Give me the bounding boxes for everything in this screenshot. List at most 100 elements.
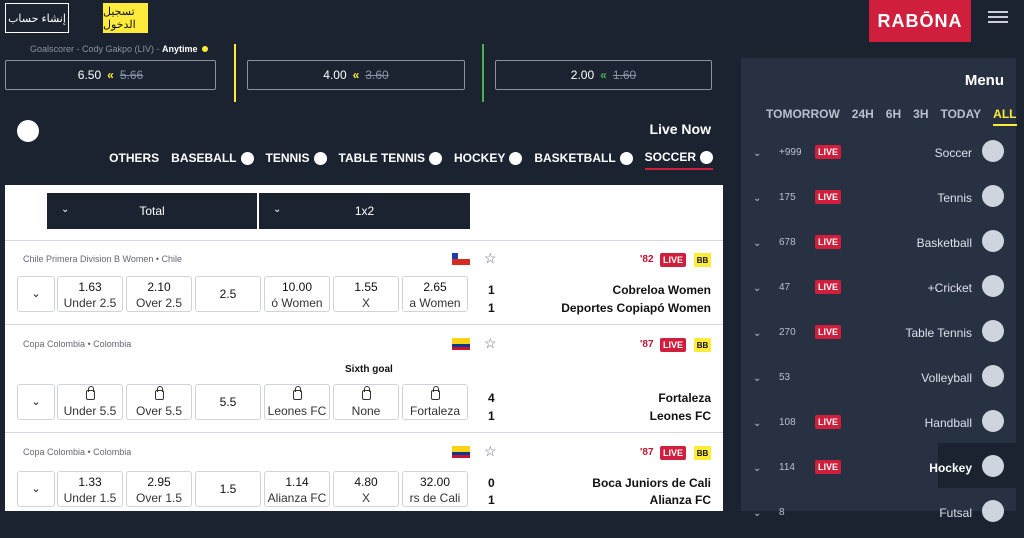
live-now-title: Live Now — [649, 121, 711, 137]
live-now-panel: Live Now OTHERS BASEBALL TENNIS TABLE TE… — [5, 113, 723, 185]
away-score: 1 — [488, 409, 495, 423]
futsal-icon — [982, 500, 1004, 522]
league-name: Copa Colombia • Colombia — [23, 339, 132, 349]
sidebar-item-handball[interactable]: ⌄ 108 LIVE Handball — [741, 403, 1016, 448]
odd-home[interactable]: 2.65 a Women — [402, 276, 468, 312]
odd-home[interactable]: 32.00 rs de Cali — [402, 471, 468, 507]
expand-chevron-icon[interactable]: ⌄ — [17, 471, 55, 507]
lock-icon — [361, 386, 371, 400]
total-line: 1.5 — [195, 471, 261, 507]
chevron-down-icon: ⌄ — [753, 148, 762, 159]
lock-icon — [85, 386, 95, 400]
colombia-flag-icon — [452, 446, 470, 458]
odd-away[interactable]: 10.00 ó Women — [264, 276, 330, 312]
league-name: Chile Primera Division B Women • Chile — [23, 254, 183, 264]
expand-chevron-icon[interactable]: ⌄ — [17, 384, 55, 420]
sidebar-item-cricket[interactable]: ⌄ 47 LIVE +Cricket — [741, 268, 1016, 313]
tab-hockey[interactable]: HOCKEY — [454, 151, 523, 169]
favorite-star-icon[interactable]: ☆ — [484, 250, 497, 267]
boost-arrows-icon: « — [107, 68, 114, 82]
table-tennis-icon — [428, 151, 442, 165]
live-badge: LIVE — [660, 338, 686, 352]
hockey-icon — [982, 455, 1004, 477]
live-badge: LIVE — [660, 446, 686, 460]
sidebar-item-soccer[interactable]: ⌄ +999 LIVE Soccer — [741, 133, 1016, 178]
tennis-ball-icon — [982, 185, 1004, 207]
market-selector-total[interactable]: ⌄ Total — [47, 193, 257, 229]
odd-away-locked: Leones FC — [264, 384, 330, 420]
sidebar-item-hockey[interactable]: ⌄ 114 LIVE Hockey — [741, 448, 1016, 493]
filter-tomorrow[interactable]: TOMORROW — [766, 107, 840, 126]
filter-24h[interactable]: 24H — [852, 107, 874, 126]
login-button[interactable]: تسجيل الدخول — [103, 3, 148, 33]
sport-tabs: OTHERS BASEBALL TENNIS TABLE TENNIS HOCK… — [109, 150, 713, 170]
promo-odd-2[interactable]: 4.00 «3.60 — [247, 60, 465, 90]
match-minute: '82 — [640, 254, 654, 265]
soccer-ball-icon — [700, 150, 713, 164]
odd-away[interactable]: 1.14 Alianza FC — [264, 471, 330, 507]
live-badge: LIVE — [660, 253, 686, 267]
bb-badge: BB — [694, 446, 711, 460]
tab-basketball[interactable]: BASKETBALL — [534, 151, 633, 169]
expand-chevron-icon[interactable]: ⌄ — [17, 276, 55, 312]
chile-flag-icon — [452, 253, 470, 265]
boost-arrows-icon: « — [600, 68, 607, 82]
away-score: 1 — [488, 301, 495, 315]
sidebar-item-futsal[interactable]: ⌄ 8 Futsal — [741, 493, 1016, 538]
soccer-ball-icon — [982, 140, 1004, 162]
odd-under[interactable]: 1.63 Under 2.5 — [57, 276, 123, 312]
tab-others[interactable]: OTHERS — [109, 151, 159, 169]
filter-6h[interactable]: 6H — [886, 107, 901, 126]
soccer-ball-icon — [17, 120, 39, 142]
sidebar-item-table-tennis[interactable]: ⌄ 270 LIVE Table Tennis — [741, 313, 1016, 358]
tab-tennis[interactable]: TENNIS — [266, 151, 327, 169]
lock-icon — [154, 386, 164, 400]
tab-soccer[interactable]: SOCCER — [644, 150, 713, 170]
match-minute: '87 — [640, 447, 654, 458]
odd-draw[interactable]: 4.80 X — [333, 471, 399, 507]
promo-odd-1[interactable]: 6.50 «5.66 — [5, 60, 216, 90]
odd-under[interactable]: 1.33 Under 1.5 — [57, 471, 123, 507]
odd-over[interactable]: 2.95 Over 1.5 — [126, 471, 192, 507]
sidebar-item-basketball[interactable]: ⌄ 678 LIVE Basketball — [741, 223, 1016, 268]
bb-badge: BB — [694, 253, 711, 267]
register-button[interactable]: إنشاء حساب — [5, 3, 69, 33]
colombia-flag-icon — [452, 338, 470, 350]
market-selector-1x2[interactable]: ⌄ 1x2 — [259, 193, 470, 229]
chevron-down-icon: ⌄ — [753, 193, 762, 204]
home-team: Fortaleza — [658, 391, 711, 405]
sidebar-item-volleyball[interactable]: ⌄ 53 Volleyball — [741, 358, 1016, 403]
basketball-icon — [982, 230, 1004, 252]
filter-3h[interactable]: 3H — [913, 107, 928, 126]
home-team: Boca Juniors de Cali — [592, 476, 711, 490]
match-minute: '87 — [640, 339, 654, 350]
volleyball-icon — [982, 365, 1004, 387]
match-row[interactable]: Copa Colombia • Colombia ☆ '87 LIVE BB ⌄… — [5, 432, 723, 511]
cricket-bat-icon — [982, 275, 1004, 297]
market-subhead: Sixth goal — [345, 364, 393, 375]
tab-table-tennis[interactable]: TABLE TENNIS — [339, 151, 442, 169]
odd-draw[interactable]: 1.55 X — [333, 276, 399, 312]
odd-over[interactable]: 2.10 Over 2.5 — [126, 276, 192, 312]
lock-icon — [292, 386, 302, 400]
match-row[interactable]: Chile Primera Division B Women • Chile ☆… — [5, 240, 723, 324]
promo-odd-3[interactable]: 2.00 «1.60 — [495, 60, 712, 90]
away-team: Deportes Copiapó Women — [561, 301, 711, 315]
filter-today[interactable]: TODAY — [940, 107, 981, 126]
favorite-star-icon[interactable]: ☆ — [484, 335, 497, 352]
baseball-icon — [240, 151, 254, 165]
hockey-icon — [509, 151, 523, 165]
lock-icon — [430, 386, 440, 400]
hamburger-menu-icon[interactable] — [988, 8, 1008, 26]
tab-baseball[interactable]: BASEBALL — [171, 151, 254, 169]
logo[interactable]: RABŌNA — [869, 0, 971, 42]
boost-arrows-icon: « — [352, 68, 360, 82]
total-line: 5.5 — [195, 384, 261, 420]
handball-icon — [982, 410, 1004, 432]
favorite-star-icon[interactable]: ☆ — [484, 443, 497, 460]
match-row[interactable]: Copa Colombia • Colombia ☆ '87 LIVE BB S… — [5, 324, 723, 432]
home-score: 4 — [488, 391, 495, 405]
filter-all[interactable]: ALL — [993, 107, 1017, 126]
sidebar-item-tennis[interactable]: ⌄ 175 LIVE Tennis — [741, 178, 1016, 223]
bb-badge: BB — [694, 338, 711, 352]
